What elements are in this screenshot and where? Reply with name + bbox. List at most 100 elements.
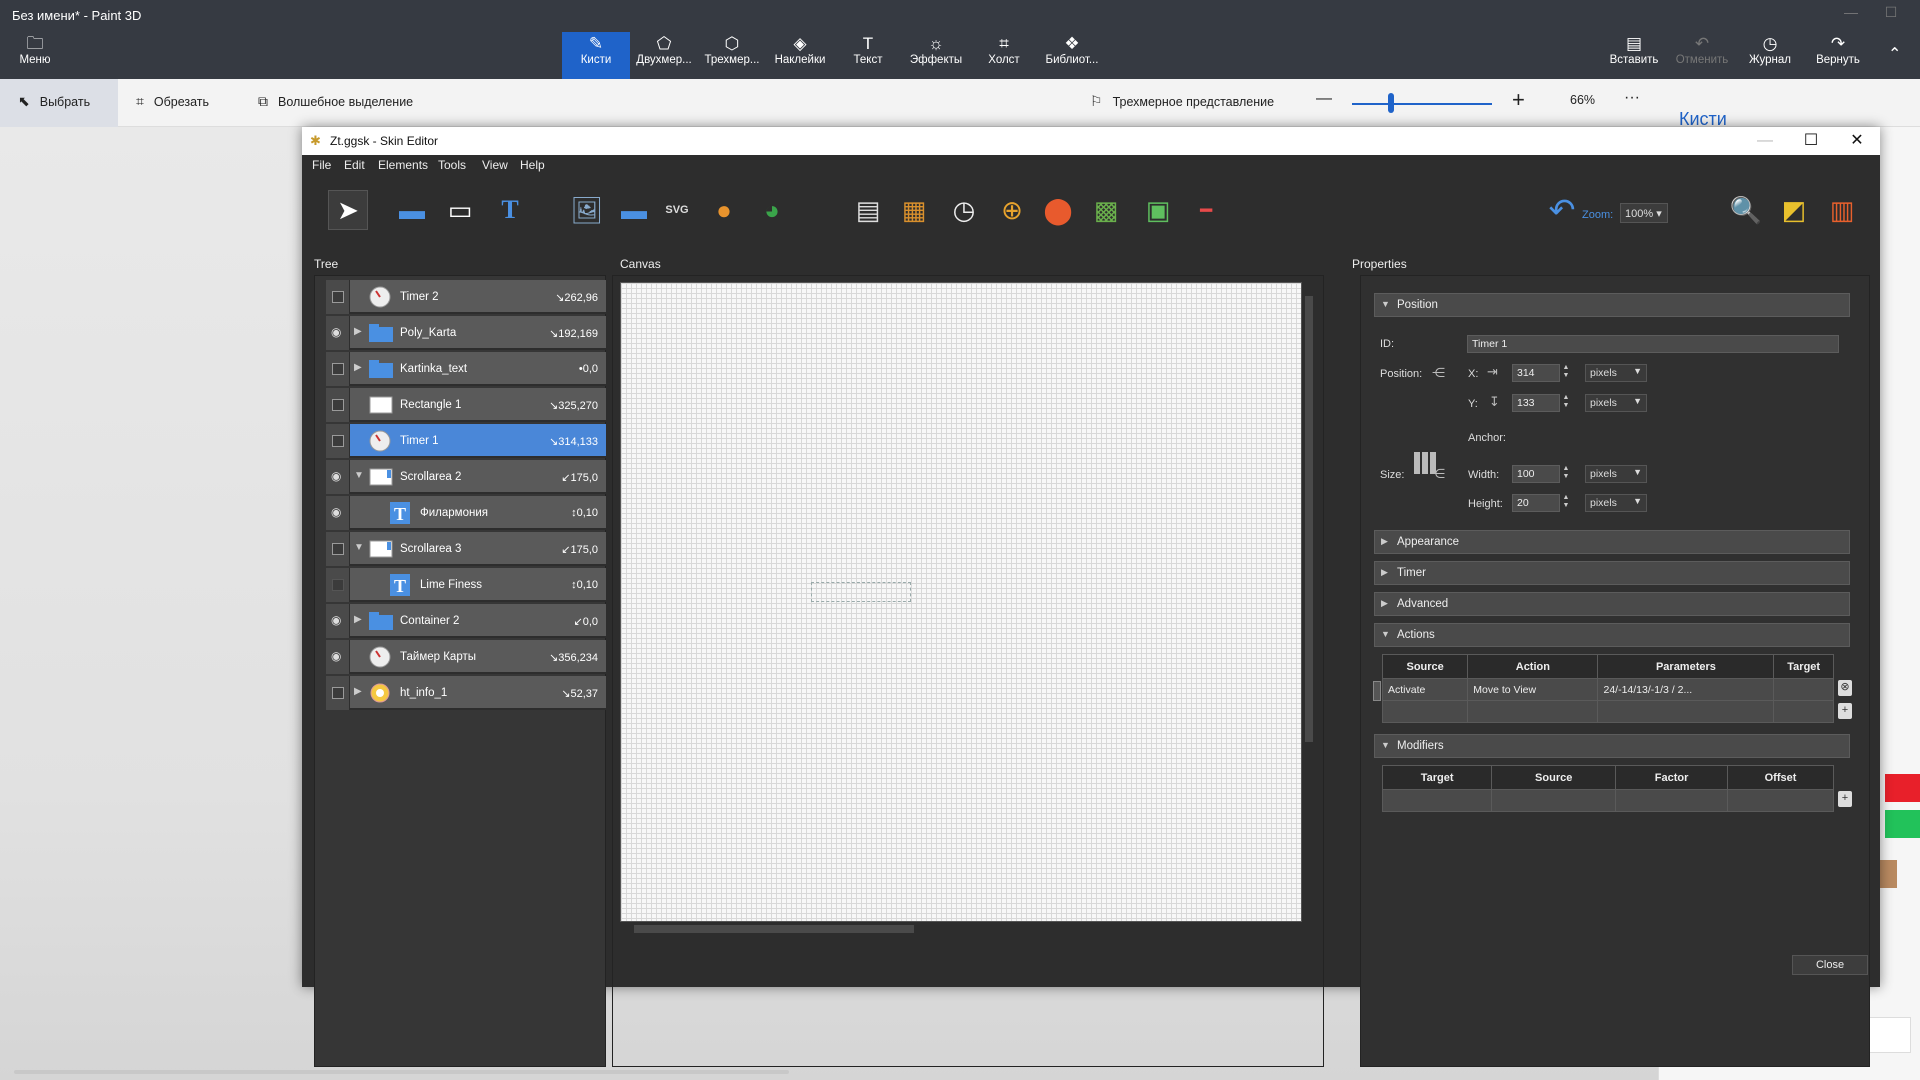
position-section-header[interactable]: ▼ Position [1374, 293, 1850, 317]
visibility-checkbox[interactable] [332, 291, 344, 303]
horizontal-scrollbar[interactable] [14, 1070, 789, 1074]
width-spinner[interactable]: ▲ ▼ [1560, 465, 1572, 483]
column-header[interactable]: Factor [1615, 765, 1729, 790]
table-row[interactable]: Activate Move to View 24/-14/13/-1/3 / 2..… [1381, 678, 1834, 701]
zoom-slider[interactable] [1352, 103, 1492, 105]
image-tool-icon[interactable]: 🖼 [567, 190, 607, 230]
view-3d-toggle[interactable]: ⚐ Трехмерное представление [1090, 93, 1274, 110]
action-1[interactable]: ↶ Отменить [1672, 32, 1732, 79]
eye-icon[interactable]: ◉ [331, 469, 341, 483]
ribbon-tab-4[interactable]: T Текст [834, 32, 902, 79]
table-cell[interactable] [1773, 700, 1834, 723]
eye-icon[interactable]: ◉ [331, 505, 341, 519]
tree-item[interactable]: Timer 1 ↘314,133 [326, 424, 606, 458]
table-row[interactable] [1381, 700, 1834, 723]
visibility-toggle[interactable] [326, 532, 350, 566]
tree-item[interactable]: Rectangle 1 ↘325,270 [326, 388, 606, 422]
table-cell[interactable]: 24/-14/13/-1/3 / 2... [1597, 678, 1775, 701]
column-header[interactable]: Source [1491, 765, 1617, 790]
selected-element-outline[interactable] [811, 582, 911, 602]
visibility-toggle[interactable]: ◉ [326, 316, 350, 350]
zoom-out-button[interactable]: — [1316, 90, 1332, 108]
table-row[interactable] [1381, 789, 1834, 812]
close-icon[interactable]: ✕ [1834, 127, 1880, 155]
ribbon-tab-3[interactable]: ◈ Наклейки [766, 32, 834, 79]
canvas-vertical-scrollbar[interactable] [1302, 282, 1316, 922]
ribbon-tab-2[interactable]: ⬡ Трехмер... [698, 32, 766, 79]
column-header[interactable]: Source [1381, 654, 1469, 679]
button-tool-icon[interactable]: ▬ [614, 190, 654, 230]
globe-tool-icon[interactable]: ◕ [752, 190, 792, 230]
pointer-tool-icon[interactable]: ➤ [328, 190, 368, 230]
select-tool[interactable]: ⬉ Выбрать [18, 93, 90, 110]
eye-icon[interactable]: ◉ [331, 613, 341, 627]
menu-help[interactable]: Help [520, 158, 545, 172]
visibility-toggle[interactable] [326, 280, 350, 314]
collapsed-arrow-icon[interactable]: ▶ [354, 614, 362, 625]
maximize-icon[interactable]: ☐ [1876, 4, 1906, 28]
close-button[interactable]: Close [1792, 955, 1868, 975]
ribbon-tab-7[interactable]: ❖ Библиот... [1038, 32, 1106, 79]
expanded-arrow-icon[interactable]: ▼ [354, 542, 364, 553]
zoom-slider-thumb[interactable] [1388, 93, 1395, 113]
visibility-checkbox[interactable] [332, 579, 344, 591]
slider-tool-icon[interactable]: ━ [1186, 190, 1226, 230]
menu-tools[interactable]: Tools [438, 158, 466, 172]
expanded-arrow-icon[interactable]: ▼ [354, 470, 364, 481]
remove-action-button[interactable]: ⊗ [1838, 680, 1852, 696]
menu-button[interactable]: 🗀 Меню [10, 32, 60, 79]
y-spinner[interactable]: ▲ ▼ [1560, 394, 1572, 412]
tree-item[interactable]: ▼ Scrollarea 3 ↙175,0 [326, 532, 606, 566]
column-header[interactable]: Target [1381, 765, 1493, 790]
collapsed-arrow-icon[interactable]: ▶ [354, 362, 362, 373]
statistics-icon[interactable]: ▥ [1822, 190, 1862, 230]
eye-icon[interactable]: ◉ [331, 325, 341, 339]
anchor-grid-icon[interactable] [1414, 452, 1436, 474]
height-unit-select[interactable]: pixels ▼ [1585, 494, 1647, 512]
zoom-select[interactable]: 100% ▾ [1620, 203, 1668, 223]
more-options-button[interactable]: ··· [1624, 89, 1640, 107]
zoom-in-button[interactable]: + [1512, 87, 1525, 113]
undo-icon[interactable]: ↶ [1542, 190, 1582, 230]
id-field[interactable]: Timer 1 [1467, 335, 1839, 353]
ribbon-tab-0[interactable]: ✎ Кисти [562, 32, 630, 79]
y-unit-select[interactable]: pixels ▼ [1585, 394, 1647, 412]
canvas-horizontal-scrollbar[interactable] [620, 922, 1302, 936]
tree-item[interactable]: ◉ Таймер Карты ↘356,234 [326, 640, 606, 674]
ribbon-tab-1[interactable]: ⬠ Двухмер... [630, 32, 698, 79]
height-field[interactable]: 20 [1512, 494, 1560, 512]
tree-item[interactable]: ▶ ht_info_1 ↘52,37 [326, 676, 606, 710]
preview-icon[interactable]: 🔍 [1726, 190, 1766, 230]
x-field[interactable]: 314 [1512, 364, 1560, 382]
height-spinner[interactable]: ▲ ▼ [1560, 494, 1572, 512]
theme-icon[interactable]: ◩ [1774, 190, 1814, 230]
visibility-toggle[interactable] [326, 388, 350, 422]
visibility-toggle[interactable] [326, 676, 350, 710]
timer-tool-icon[interactable]: ◷ [944, 190, 984, 230]
collapsed-arrow-icon[interactable]: ▶ [354, 326, 362, 337]
y-field[interactable]: 133 [1512, 394, 1560, 412]
scroll-thumb[interactable] [1305, 296, 1313, 742]
maximize-icon[interactable]: ☐ [1788, 127, 1834, 155]
visibility-toggle[interactable] [326, 568, 350, 602]
x-unit-select[interactable]: pixels ▼ [1585, 364, 1647, 382]
scroll-thumb[interactable] [634, 925, 914, 933]
table-cell[interactable] [1773, 678, 1834, 701]
menu-file[interactable]: File [312, 158, 331, 172]
ribbon-tab-5[interactable]: ☼ Эффекты [902, 32, 970, 79]
visibility-checkbox[interactable] [332, 687, 344, 699]
skin-canvas[interactable] [620, 282, 1302, 922]
collapse-ribbon-icon[interactable]: ⌃ [1888, 44, 1901, 64]
tree-item[interactable]: T Lime Finess ↕0,10 [326, 568, 606, 602]
action-2[interactable]: ◷ Журнал [1740, 32, 1800, 79]
menu-elements[interactable]: Elements [378, 158, 428, 172]
scrollarea-tool-icon[interactable]: ▤ [848, 190, 888, 230]
visibility-toggle[interactable]: ◉ [326, 604, 350, 638]
tree-item[interactable]: ◉ T Филармония ↕0,10 [326, 496, 606, 530]
collapsed-arrow-icon[interactable]: ▶ [354, 686, 362, 697]
map-pin-tool-icon[interactable]: ⬤ [1038, 190, 1078, 230]
minimize-icon[interactable]: — [1742, 127, 1788, 155]
appearance-section-header[interactable]: ▶ Appearance [1374, 530, 1850, 554]
add-action-button[interactable]: + [1838, 703, 1852, 719]
visibility-checkbox[interactable] [332, 543, 344, 555]
